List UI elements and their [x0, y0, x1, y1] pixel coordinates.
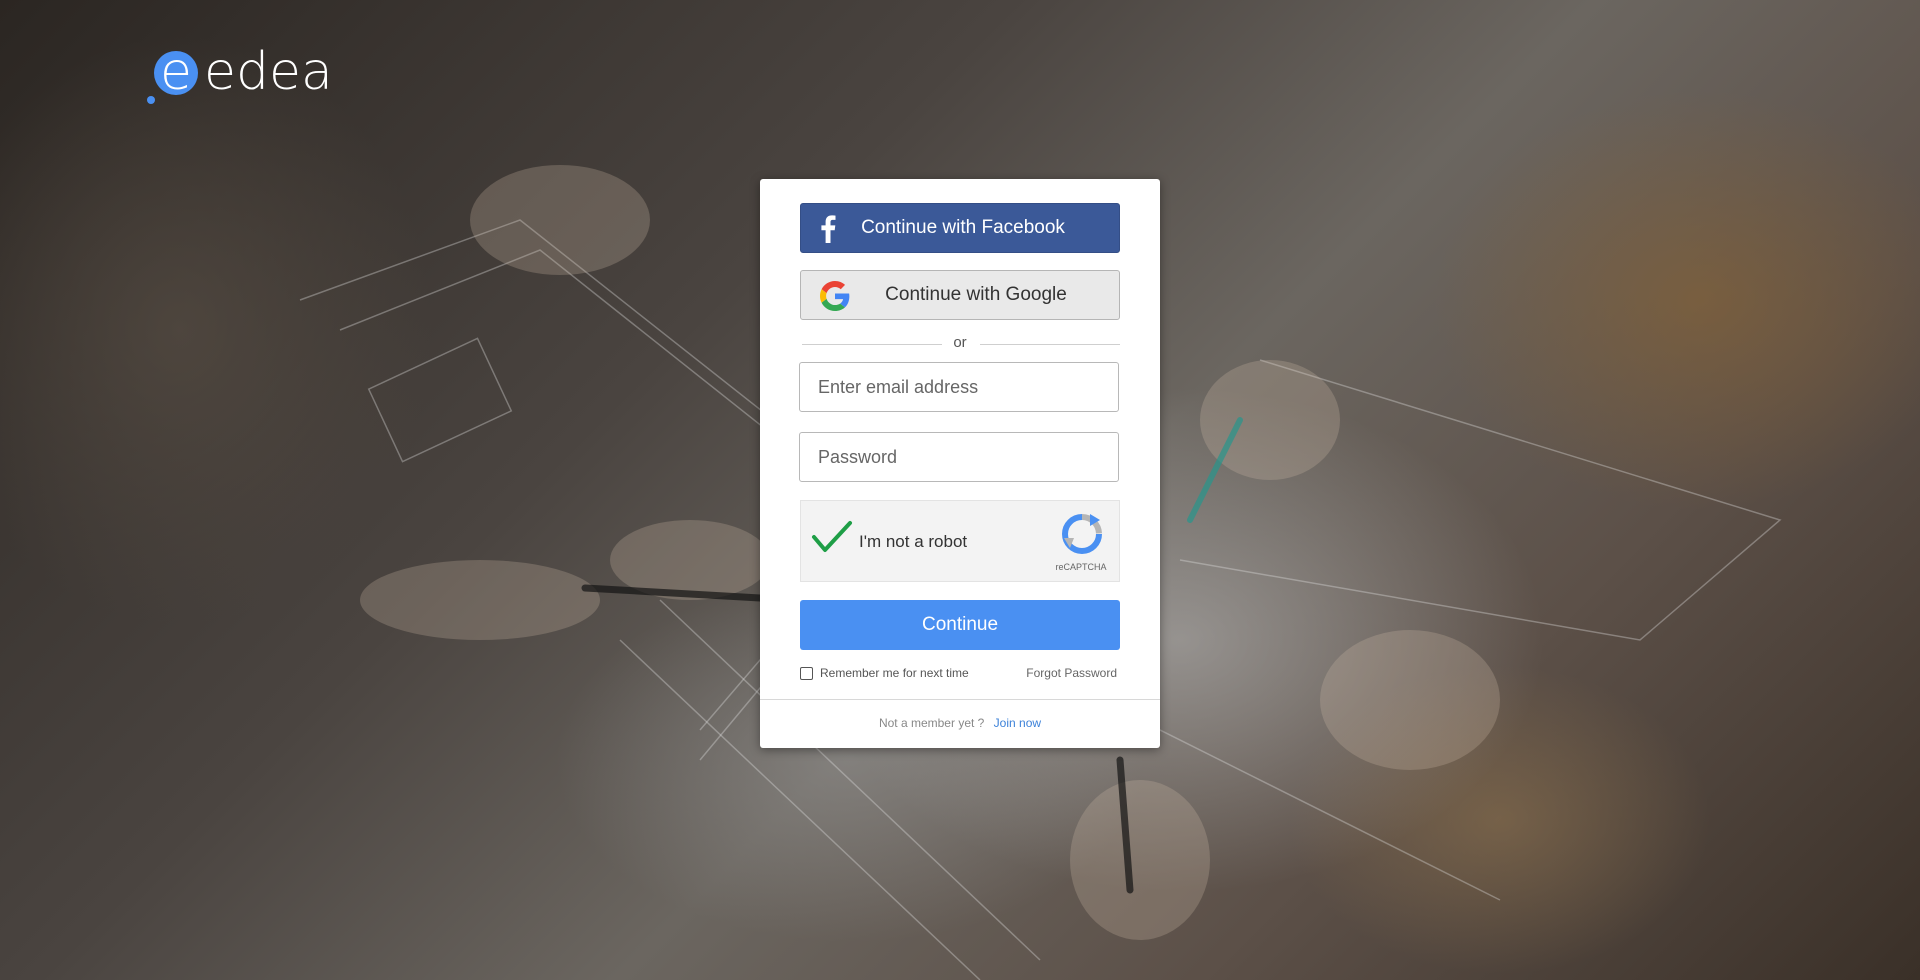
- checkmark-icon[interactable]: [811, 519, 853, 560]
- recaptcha-widget: I'm not a robot reCAPTCHA: [800, 500, 1120, 582]
- remember-label: Remember me for next time: [820, 666, 969, 680]
- divider-text: or: [953, 334, 967, 351]
- join-now-link[interactable]: Join now: [994, 716, 1041, 730]
- svg-text:edea: edea: [204, 42, 333, 102]
- recaptcha-label: I'm not a robot: [859, 532, 968, 551]
- or-divider: or: [800, 334, 1120, 354]
- recaptcha-brand-text: reCAPTCHA: [1055, 562, 1107, 572]
- facebook-login-button[interactable]: Continue with Facebook: [800, 203, 1120, 253]
- footer-divider: [760, 699, 1160, 700]
- edea-logo: e edea: [146, 40, 336, 110]
- remember-me: Remember me for next time: [800, 665, 969, 681]
- svg-text:e: e: [160, 42, 192, 102]
- continue-button[interactable]: Continue: [800, 600, 1120, 650]
- password-input[interactable]: [799, 432, 1119, 482]
- google-login-button[interactable]: Continue with Google: [800, 270, 1120, 320]
- divider-line-right: [980, 344, 1120, 345]
- recaptcha-icon: [1060, 512, 1104, 561]
- remember-checkbox[interactable]: [800, 666, 813, 680]
- google-login-label: Continue with Google: [885, 284, 1067, 305]
- forgot-password-link[interactable]: Forgot Password: [1026, 666, 1117, 680]
- login-card: Continue with Facebook Continue with Goo…: [760, 179, 1160, 748]
- facebook-login-label: Continue with Facebook: [861, 217, 1065, 238]
- email-input[interactable]: [799, 362, 1119, 412]
- signup-prompt-text: Not a member yet ?: [878, 716, 985, 730]
- signup-prompt: Not a member yet ? Join now: [760, 716, 1160, 730]
